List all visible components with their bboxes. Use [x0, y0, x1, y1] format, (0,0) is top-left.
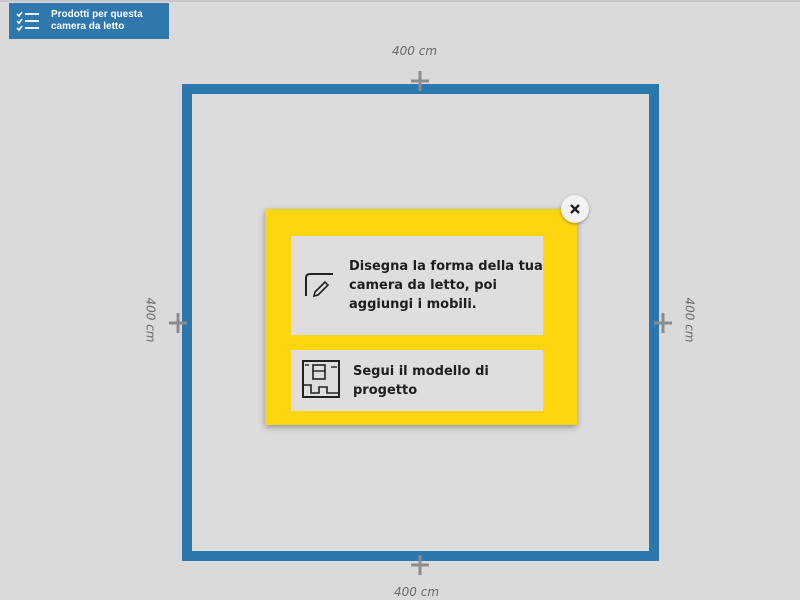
- draw-room-shape-label: Disegna la forma della tua camera da let…: [349, 259, 543, 312]
- move-handle-icon[interactable]: [166, 311, 190, 335]
- close-icon: [570, 204, 580, 214]
- move-handle-icon[interactable]: [408, 69, 432, 93]
- follow-template-option[interactable]: Segui il modello di progetto: [291, 350, 543, 411]
- checklist-icon: [15, 10, 41, 32]
- draw-shape-icon: [303, 270, 337, 302]
- dimension-label-top: 400 cm: [392, 44, 438, 58]
- planner-canvas: Prodotti per questa camera da letto 400 …: [0, 0, 800, 600]
- dimension-label-right: 400 cm: [682, 297, 697, 343]
- follow-template-label: Segui il modello di progetto: [353, 363, 489, 398]
- move-handle-icon[interactable]: [651, 311, 675, 335]
- move-handle-icon[interactable]: [408, 553, 432, 577]
- dimension-label-left: 400 cm: [143, 297, 158, 343]
- products-button-label: Prodotti per questa camera da letto: [51, 9, 143, 32]
- dimension-label-bottom: 400 cm: [394, 585, 440, 599]
- draw-room-shape-option[interactable]: Disegna la forma della tua camera da let…: [291, 236, 543, 335]
- top-divider: [0, 0, 800, 2]
- floor-plan-template-icon: [301, 359, 341, 403]
- products-for-room-button[interactable]: Prodotti per questa camera da letto: [9, 3, 169, 39]
- close-button[interactable]: [561, 195, 589, 223]
